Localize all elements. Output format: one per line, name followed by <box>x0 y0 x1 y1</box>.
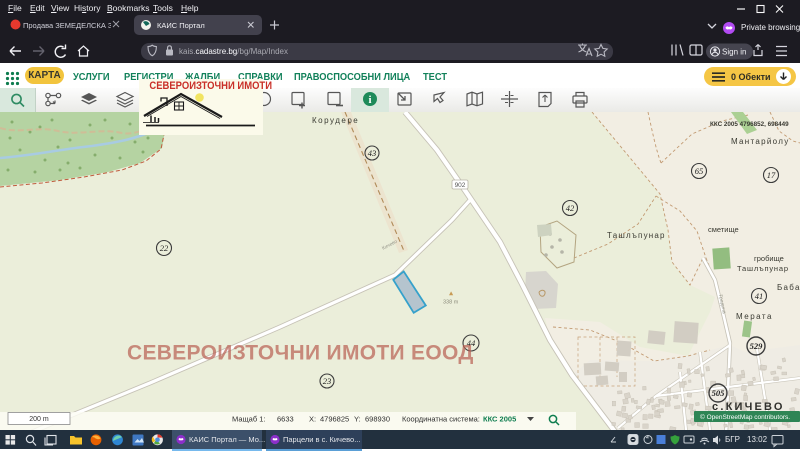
svg-text:сметище: сметище <box>708 225 739 234</box>
svg-text:338 m: 338 m <box>443 300 459 306</box>
svg-text:гробище: гробище <box>754 254 784 263</box>
svg-text:Мерата: Мерата <box>736 312 773 321</box>
svg-text:4796825: 4796825 <box>320 415 349 424</box>
svg-text:902: 902 <box>455 182 466 189</box>
svg-text:43: 43 <box>368 148 377 158</box>
svg-text:Ташлъпунар: Ташлъпунар <box>607 231 666 240</box>
svg-text:17: 17 <box>767 170 776 180</box>
svg-text:200 m: 200 m <box>29 416 49 423</box>
svg-text:42: 42 <box>566 203 575 213</box>
svg-text:505: 505 <box>712 388 726 398</box>
svg-text:41: 41 <box>755 291 764 301</box>
svg-text:6633: 6633 <box>277 415 294 424</box>
svg-text:529: 529 <box>750 341 764 351</box>
svg-text:ККС 2005 4796852, 698449: ККС 2005 4796852, 698449 <box>710 121 789 128</box>
svg-text:Мантарйолу: Мантарйолу <box>731 137 790 146</box>
svg-text:Ташлъпунар: Ташлъпунар <box>737 264 789 273</box>
svg-text:X:: X: <box>309 415 316 424</box>
svg-text:ККС 2005: ККС 2005 <box>483 415 516 424</box>
svg-text:65: 65 <box>695 166 704 176</box>
svg-text:Координатна система:: Координатна система: <box>402 415 480 424</box>
svg-text:Мащаб 1:: Мащаб 1: <box>232 415 265 424</box>
svg-text:22: 22 <box>160 243 169 253</box>
svg-text:СЕВЕРОИЗТОЧНИ ИМОТИ ЕООД: СЕВЕРОИЗТОЧНИ ИМОТИ ЕООД <box>127 342 474 365</box>
svg-text:Бабак: Бабак <box>777 283 800 292</box>
svg-text:Y:: Y: <box>354 415 361 424</box>
svg-text:698930: 698930 <box>365 415 390 424</box>
svg-text:Sign in: Sign in <box>722 48 746 57</box>
svg-text:i: i <box>368 94 371 106</box>
svg-text:23: 23 <box>323 376 332 386</box>
svg-text:Корудере: Корудере <box>312 116 359 125</box>
svg-text:© OpenStreetMap contributors: © OpenStreetMap contributors. <box>700 413 790 421</box>
